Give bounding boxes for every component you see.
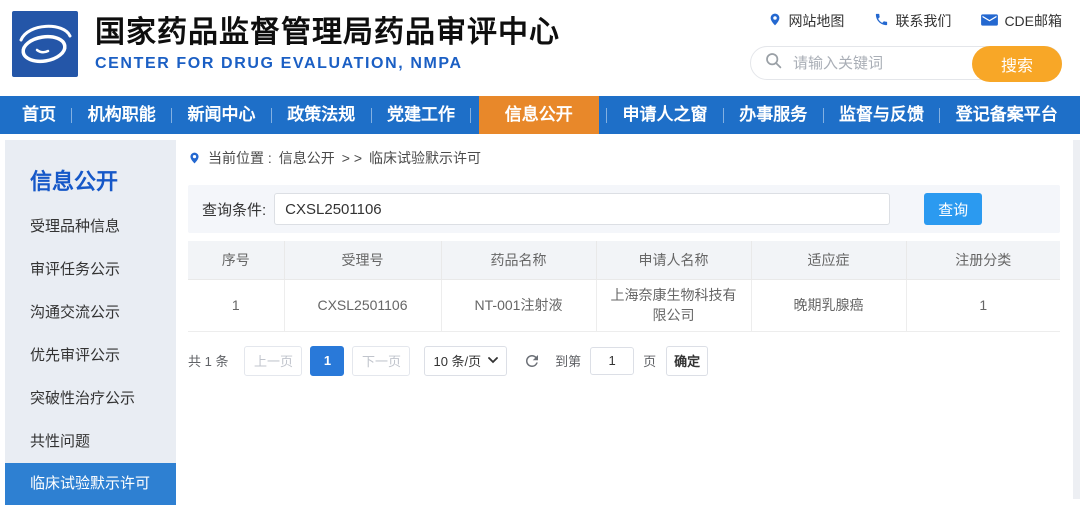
nav-item-home[interactable]: 首页 [14, 96, 64, 134]
prev-page-button[interactable]: 上一页 [244, 345, 303, 376]
nav-item-news[interactable]: 新闻中心 [180, 96, 264, 134]
sidebar-item-priority-review[interactable]: 优先审评公示 [5, 334, 176, 377]
nav-item-info-disclosure[interactable]: 信息公开 [478, 96, 599, 134]
nav-item-registration-platform[interactable]: 登记备案平台 [948, 96, 1066, 134]
main-panel: 当前位置 : 信息公开 > > 临床试验默示许可 查询条件: 查询 序号 受理号… [176, 140, 1080, 499]
search-icon [764, 51, 783, 75]
chevron-down-icon [488, 357, 499, 364]
goto-page-prefix: 到第 [555, 354, 582, 369]
site-search: 搜索 [750, 46, 1062, 82]
cell-drug-name: NT-001注射液 [441, 279, 597, 332]
breadcrumb: 当前位置 : 信息公开 > > 临床试验默示许可 [188, 148, 1060, 168]
site-titles: 国家药品监督管理局药品审评中心 CENTER FOR DRUG EVALUATI… [95, 7, 560, 73]
sidebar-item-review-tasks[interactable]: 审评任务公示 [5, 248, 176, 291]
nav-separator [470, 107, 472, 123]
content-area: 信息公开 受理品种信息 审评任务公示 沟通交流公示 优先审评公示 突破性治疗公示… [0, 140, 1080, 505]
results-table: 序号 受理号 药品名称 申请人名称 适应症 注册分类 1 CXSL2501106… [188, 241, 1060, 332]
nav-separator [822, 107, 824, 123]
col-header-registration-class: 注册分类 [906, 241, 1060, 280]
main-nav: 首页 机构职能 新闻中心 政策法规 党建工作 信息公开 申请人之窗 办事服务 监… [0, 96, 1080, 134]
header-utility-links: 网站地图 联系我们 CDE邮箱 [768, 11, 1062, 31]
nav-item-applicant-window[interactable]: 申请人之窗 [615, 96, 716, 134]
sidebar-item-common-issues[interactable]: 共性问题 [5, 420, 176, 463]
sidebar: 信息公开 受理品种信息 审评任务公示 沟通交流公示 优先审评公示 突破性治疗公示… [5, 140, 176, 505]
nav-item-functions[interactable]: 机构职能 [80, 96, 164, 134]
col-header-drug-name: 药品名称 [441, 241, 597, 280]
pagination-total: 共 1 条 [188, 354, 229, 369]
cde-logo [12, 11, 78, 77]
breadcrumb-section[interactable]: 信息公开 [279, 148, 335, 168]
pagination-bar: 共 1 条 上一页 1 下一页 10 条/页 到第 页 确定 [188, 345, 1060, 376]
page-size-value: 10 条/页 [433, 354, 482, 369]
col-header-acceptance-no: 受理号 [284, 241, 442, 280]
table-row: 1 CXSL2501106 NT-001注射液 上海奈康生物科技有限公司 晚期乳… [188, 279, 1060, 332]
sidebar-item-accepted-varieties[interactable]: 受理品种信息 [5, 205, 176, 248]
breadcrumb-current[interactable]: 临床试验默示许可 [369, 148, 481, 168]
sidebar-item-breakthrough-therapy[interactable]: 突破性治疗公示 [5, 377, 176, 420]
col-header-applicant: 申请人名称 [596, 241, 752, 280]
sitemap-link[interactable]: 网站地图 [768, 11, 844, 31]
goto-page-suffix: 页 [643, 354, 657, 369]
nav-separator [606, 107, 608, 123]
phone-icon [874, 12, 889, 30]
nav-separator [722, 107, 724, 123]
goto-confirm-button[interactable]: 确定 [666, 345, 709, 376]
location-pin-icon [768, 11, 782, 31]
sitemap-label: 网站地图 [788, 13, 845, 29]
col-header-indication: 适应症 [751, 241, 907, 280]
nav-item-services[interactable]: 办事服务 [731, 96, 815, 134]
breadcrumb-separator: > > [341, 150, 363, 166]
query-input[interactable] [274, 193, 891, 225]
cell-indication: 晚期乳腺癌 [751, 279, 907, 332]
refresh-icon[interactable] [523, 352, 541, 370]
site-title: 国家药品监督管理局药品审评中心 [95, 16, 560, 49]
query-panel: 查询条件: 查询 [188, 185, 1060, 233]
cell-registration-class: 1 [906, 279, 1060, 332]
cell-acceptance-no: CXSL2501106 [284, 279, 442, 332]
location-pin-icon [188, 150, 201, 166]
breadcrumb-prefix: 当前位置 : [208, 150, 272, 166]
site-search-button[interactable]: 搜索 [972, 46, 1062, 82]
goto-page-input[interactable] [590, 346, 635, 375]
site-header: 国家药品监督管理局药品审评中心 CENTER FOR DRUG EVALUATI… [0, 0, 1080, 96]
next-page-button[interactable]: 下一页 [352, 345, 411, 376]
contact-link[interactable]: 联系我们 [874, 11, 951, 31]
query-label: 查询条件: [202, 201, 267, 219]
scrollbar-track[interactable] [1073, 140, 1080, 499]
query-button[interactable]: 查询 [924, 193, 983, 225]
cell-seq: 1 [188, 279, 285, 332]
nav-separator [71, 107, 73, 123]
mail-icon [981, 13, 999, 30]
mail-link[interactable]: CDE邮箱 [981, 11, 1062, 31]
site-subtitle: CENTER FOR DRUG EVALUATION, NMPA [95, 55, 463, 72]
contact-label: 联系我们 [895, 13, 952, 29]
nav-separator [370, 107, 372, 123]
sidebar-item-communication[interactable]: 沟通交流公示 [5, 291, 176, 334]
page-size-select[interactable]: 10 条/页 [424, 345, 508, 376]
nav-item-party[interactable]: 党建工作 [379, 96, 463, 134]
col-header-seq: 序号 [188, 241, 285, 280]
nav-separator [171, 107, 173, 123]
page-1-button[interactable]: 1 [310, 345, 345, 376]
cell-applicant: 上海奈康生物科技有限公司 [596, 279, 752, 332]
nav-separator [939, 107, 941, 123]
nav-separator [270, 107, 272, 123]
mail-label: CDE邮箱 [1004, 13, 1062, 29]
nav-item-supervision[interactable]: 监督与反馈 [831, 96, 932, 134]
nav-item-policies[interactable]: 政策法规 [279, 96, 363, 134]
sidebar-title: 信息公开 [30, 169, 119, 194]
table-header-row: 序号 受理号 药品名称 申请人名称 适应症 注册分类 [188, 241, 1060, 280]
